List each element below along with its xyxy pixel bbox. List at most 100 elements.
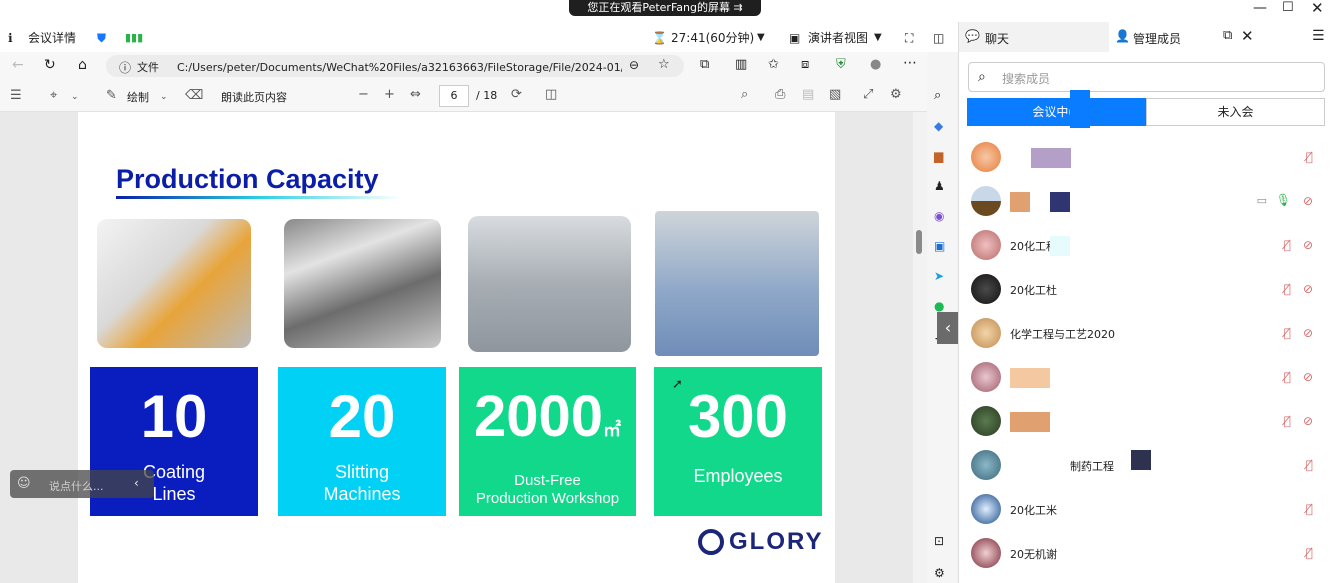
- extensions-icon[interactable]: ⧉: [700, 57, 709, 72]
- search-icon[interactable]: ⌕: [741, 87, 748, 103]
- mic-muted-icon[interactable]: 🎙̸: [1284, 282, 1291, 296]
- popout-icon[interactable]: ⧉: [1223, 28, 1232, 43]
- page-number-input[interactable]: 6: [439, 85, 469, 107]
- member-row[interactable]: 20化工米 🎙̸: [959, 488, 1330, 532]
- sidebar-search-icon[interactable]: ⌕: [934, 88, 941, 103]
- member-row[interactable]: 20化工杜 🎙̸ ⊘: [959, 268, 1330, 312]
- screen-share-banner[interactable]: 您正在观看PeterFang的屏幕 ⇉: [569, 0, 761, 16]
- read-aloud-button[interactable]: 朗读此页内容: [221, 89, 287, 105]
- camera-off-icon[interactable]: ⊘: [1303, 282, 1313, 296]
- title-underline: [116, 196, 401, 199]
- shield-icon[interactable]: ⛊: [97, 28, 106, 48]
- split-screen-icon[interactable]: ▥: [735, 57, 747, 72]
- sidebar-spotify-icon[interactable]: ●: [934, 299, 944, 313]
- tab-members[interactable]: 👤 管理成员 ⧉ ✕ ☰: [1109, 22, 1330, 52]
- file-info-icon: ⓘ: [119, 61, 132, 75]
- home-icon[interactable]: ⌂: [78, 57, 87, 73]
- profile-icon[interactable]: ●: [870, 57, 881, 72]
- expand-icon[interactable]: ⤢: [863, 87, 873, 103]
- minimize-icon[interactable]: —: [1253, 0, 1267, 16]
- back-icon[interactable]: ←: [12, 57, 24, 73]
- sidebar-toggle-icon[interactable]: ◫: [933, 28, 944, 48]
- meeting-info-label[interactable]: 会议详情: [28, 28, 76, 48]
- settings-icon[interactable]: ⚙: [890, 87, 902, 103]
- mic-muted-icon[interactable]: 🎙̸: [1284, 370, 1291, 384]
- collapse-chevron-icon[interactable]: ‹: [134, 476, 139, 490]
- member-row[interactable]: ▭ 🎙 ⊘: [959, 180, 1330, 224]
- sidebar-screenshot-icon[interactable]: ⊡: [934, 534, 944, 548]
- segment-in-meeting[interactable]: 会议中(2: [967, 98, 1146, 126]
- save-as-icon[interactable]: ▧: [829, 87, 841, 103]
- sidebar-games-icon[interactable]: ♟: [934, 179, 945, 193]
- pdf-scrollbar[interactable]: [913, 112, 927, 583]
- draw-icon[interactable]: ✎: [106, 88, 117, 104]
- tab-chat[interactable]: 💬 聊天: [959, 22, 1109, 52]
- print-icon[interactable]: ⎙: [775, 87, 785, 103]
- mic-active-icon[interactable]: 🎙: [1276, 193, 1291, 207]
- chevron-down-icon[interactable]: ▼: [757, 28, 765, 48]
- member-row[interactable]: 化学工程与工艺2020 🎙̸ ⊘: [959, 312, 1330, 356]
- zoom-in-icon[interactable]: +: [384, 87, 395, 103]
- highlight-icon[interactable]: ⌖: [50, 88, 57, 104]
- fullscreen-icon[interactable]: ⛶: [905, 28, 913, 48]
- draw-chevron-icon[interactable]: ⌄: [160, 89, 168, 105]
- highlight-chevron-icon[interactable]: ⌄: [71, 89, 79, 105]
- close-panel-icon[interactable]: ✕: [1241, 27, 1254, 45]
- camera-off-icon[interactable]: ⊘: [1303, 238, 1313, 252]
- sidebar-m365-icon[interactable]: ◉: [934, 209, 944, 223]
- mic-muted-icon[interactable]: 🎙̸: [1306, 502, 1313, 516]
- mic-muted-icon[interactable]: 🎙̸: [1306, 150, 1313, 164]
- segment-not-joined[interactable]: 未入会: [1146, 98, 1325, 126]
- eraser-icon[interactable]: ⌫: [185, 88, 203, 104]
- emoji-icon[interactable]: ☺: [17, 476, 31, 491]
- camera-off-icon[interactable]: ⊘: [1303, 326, 1313, 340]
- panel-collapse-button[interactable]: ‹: [937, 312, 959, 344]
- slitting-machines-label-2: Machines: [323, 484, 401, 504]
- scroll-thumb[interactable]: [916, 230, 922, 254]
- info-icon[interactable]: ℹ: [8, 28, 13, 48]
- member-row[interactable]: 🎙̸ ⊘: [959, 400, 1330, 444]
- view-mode-chevron-icon[interactable]: ▼: [874, 28, 882, 48]
- sidebar-settings-icon[interactable]: ⚙: [934, 566, 945, 580]
- camera-off-icon[interactable]: ⊘: [1303, 370, 1313, 384]
- member-row[interactable]: 制药工程 🎙̸: [959, 444, 1330, 488]
- member-row[interactable]: 20无机谢 🎙̸: [959, 532, 1330, 576]
- view-icon[interactable]: ▣: [789, 28, 800, 48]
- rotate-icon[interactable]: ⟳: [511, 87, 522, 103]
- draw-label[interactable]: 绘制: [127, 89, 149, 105]
- sidebar-tools-icon[interactable]: ▆: [934, 149, 943, 163]
- collections-icon[interactable]: ⧈: [801, 57, 809, 72]
- sidebar-send-icon[interactable]: ➤: [934, 269, 944, 283]
- refresh-icon[interactable]: ↻: [44, 57, 56, 73]
- camera-off-icon[interactable]: ⊘: [1303, 194, 1313, 208]
- menu-icon[interactable]: ☰: [1312, 28, 1325, 44]
- page-view-icon[interactable]: ◫: [545, 87, 557, 103]
- security-icon[interactable]: ⛨: [836, 57, 846, 72]
- favorites-icon[interactable]: ✩: [768, 57, 779, 72]
- maximize-icon[interactable]: ☐: [1282, 0, 1294, 15]
- member-search-input[interactable]: ⌕ 搜索成员: [968, 62, 1325, 92]
- sidebar-tag-icon[interactable]: ◆: [934, 119, 943, 133]
- workshop-label-2: Production Workshop: [475, 490, 620, 507]
- member-row[interactable]: 20化工程 🎙̸ ⊘: [959, 224, 1330, 268]
- sidebar-outlook-icon[interactable]: ▣: [934, 239, 945, 253]
- chat-overlay-input[interactable]: 说点什么...: [49, 478, 104, 494]
- close-window-icon[interactable]: ✕: [1311, 0, 1324, 17]
- save-icon[interactable]: ▤: [802, 87, 814, 103]
- favorite-star-icon[interactable]: ☆: [658, 57, 670, 72]
- mic-muted-icon[interactable]: 🎙̸: [1284, 414, 1291, 428]
- view-mode-button[interactable]: 演讲者视图: [808, 28, 868, 48]
- mic-muted-icon[interactable]: 🎙̸: [1284, 326, 1291, 340]
- camera-off-icon[interactable]: ⊘: [1303, 414, 1313, 428]
- fit-page-icon[interactable]: ⇔: [410, 87, 421, 103]
- contents-icon[interactable]: ☰: [10, 88, 22, 104]
- member-row[interactable]: 🎙̸: [959, 136, 1330, 180]
- mic-muted-icon[interactable]: 🎙̸: [1306, 546, 1313, 560]
- zoom-icon[interactable]: ⊖: [629, 58, 639, 72]
- mic-muted-icon[interactable]: 🎙̸: [1284, 238, 1291, 252]
- url-text[interactable]: C:/Users/peter/Documents/WeChat%20Files/…: [177, 59, 622, 75]
- member-row[interactable]: 🎙̸ ⊘: [959, 356, 1330, 400]
- more-icon[interactable]: ⋯: [903, 55, 917, 71]
- mic-muted-icon[interactable]: 🎙̸: [1306, 458, 1313, 472]
- zoom-out-icon[interactable]: −: [358, 87, 369, 103]
